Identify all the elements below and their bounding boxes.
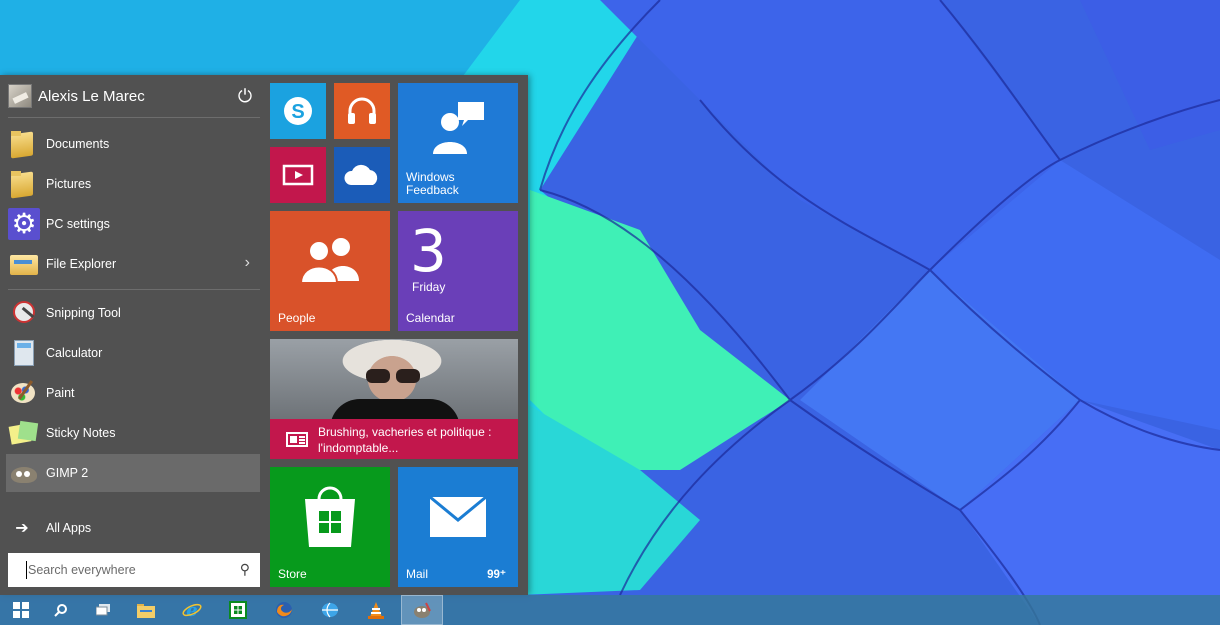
user-account[interactable]: Alexis Le Marec ⏻ [8,83,260,109]
task-view-icon [96,604,110,616]
tile-label: Calendar [406,311,455,325]
power-icon[interactable]: ⏻ [234,85,256,107]
tile-windows-feedback[interactable]: Windows Feedback [398,83,518,203]
taskbar: e [0,595,1220,625]
paint-icon [8,377,40,409]
newspaper-icon [286,432,308,447]
taskbar-firefox[interactable] [263,595,305,625]
tile-store[interactable]: Store [270,467,390,587]
internet-explorer-icon: e [182,600,202,620]
tile-label: Windows Feedback [406,170,459,197]
taskbar-network-app[interactable] [309,595,351,625]
tile-news[interactable]: Brushing, vacheries et politique : l'ind… [270,339,518,459]
menu-item-calculator[interactable]: Calculator [6,334,260,372]
menu-item-pictures[interactable]: Pictures [6,165,260,203]
cloud-icon [334,147,390,203]
menu-item-label: Documents [46,137,110,151]
all-apps-label: All Apps [46,521,92,535]
menu-item-documents[interactable]: Documents [6,125,260,163]
taskbar-search-button[interactable] [40,595,82,625]
file-explorer-icon [8,248,40,280]
folder-icon [8,128,40,160]
search-icon [54,604,67,617]
search-box[interactable]: ⚲ [8,553,260,587]
tile-music[interactable] [334,83,390,139]
menu-item-label: Calculator [46,346,103,360]
start-menu-left-pane: Alexis Le Marec ⏻ Documents Pictures ⚙ P… [0,75,268,595]
gimp-icon [414,602,431,618]
news-headline: Brushing, vacheries et politique : l'ind… [318,425,492,455]
menu-item-gimp[interactable]: GIMP 2 [6,454,260,492]
video-icon [270,147,326,203]
file-explorer-icon [137,604,155,618]
taskbar-file-explorer[interactable] [125,595,167,625]
task-view-button[interactable] [82,595,124,625]
divider [8,289,260,290]
taskbar-gimp[interactable] [401,595,443,625]
feedback-icon [398,83,518,173]
menu-item-sticky-notes[interactable]: Sticky Notes [6,414,260,452]
search-input[interactable] [26,562,230,578]
tile-video[interactable] [270,147,326,203]
tile-calendar[interactable]: 3 Friday Calendar [398,211,518,331]
skype-icon: S [270,83,326,139]
user-name: Alexis Le Marec [38,87,145,105]
mail-unread-count: 99⁺ [487,569,506,581]
menu-item-label: Pictures [46,177,92,191]
tile-skype[interactable]: S [270,83,326,139]
gear-icon: ⚙ [8,208,40,240]
tile-people[interactable]: People [270,211,390,331]
menu-item-label: GIMP 2 [46,466,89,480]
news-photo-detail [366,369,420,383]
sticky-notes-icon [8,417,40,449]
menu-item-label: Snipping Tool [46,306,121,320]
start-button[interactable] [0,595,42,625]
calendar-weekday: Friday [412,280,446,294]
all-apps-button[interactable]: ➔ All Apps [6,509,260,547]
svg-text:e: e [186,600,197,620]
chevron-right-icon[interactable]: › [245,254,250,272]
divider [8,117,260,118]
arrow-right-icon: ➔ [15,520,29,537]
snipping-tool-icon [8,297,40,329]
taskbar-store[interactable] [217,595,259,625]
text-caret [26,561,27,579]
firefox-icon [276,602,292,618]
headphones-icon [334,83,390,139]
folder-icon [8,168,40,200]
menu-item-pc-settings[interactable]: ⚙ PC settings [6,205,260,243]
search-icon[interactable]: ⚲ [240,561,250,578]
tile-label: Store [278,567,307,581]
windows-logo-icon [13,602,29,618]
vlc-icon [368,602,384,619]
menu-item-snipping-tool[interactable]: Snipping Tool [6,294,260,332]
menu-item-file-explorer[interactable]: File Explorer › [6,245,260,283]
gimp-icon [8,457,40,489]
network-icon [322,602,338,618]
news-photo [270,339,518,429]
tile-label: People [278,311,316,325]
store-bag-icon [270,467,390,567]
envelope-icon [398,467,518,567]
tile-onedrive[interactable] [334,147,390,203]
tile-label: Mail [406,567,429,581]
tile-mail[interactable]: Mail 99⁺ [398,467,518,587]
menu-item-label: File Explorer [46,257,117,271]
menu-item-label: Paint [46,386,75,400]
svg-text:S: S [291,101,304,123]
people-icon [270,211,390,306]
calculator-icon [8,337,40,369]
store-icon [229,601,247,619]
menu-item-label: Sticky Notes [46,426,116,440]
calendar-day: 3 [410,217,447,285]
taskbar-internet-explorer[interactable]: e [171,595,213,625]
menu-item-paint[interactable]: Paint [6,374,260,412]
menu-item-label: PC settings [46,217,110,231]
avatar [8,84,32,108]
taskbar-vlc[interactable] [355,595,397,625]
